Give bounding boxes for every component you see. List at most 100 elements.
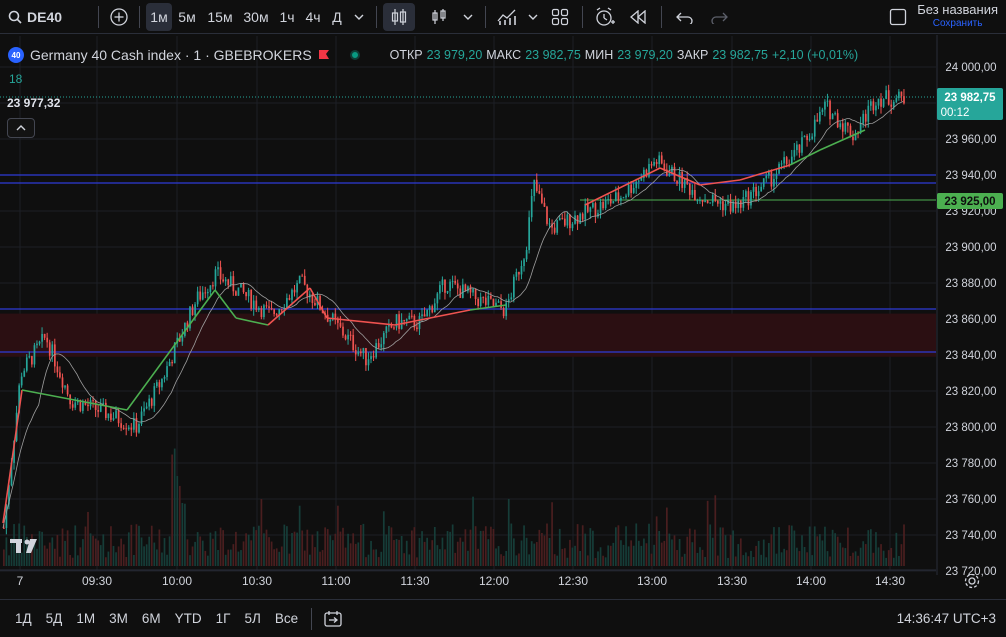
volume-bar (579, 550, 581, 566)
candle (553, 227, 556, 233)
range-1m[interactable]: 1М (69, 611, 102, 626)
time-tick-label: 13:00 (637, 574, 667, 588)
layout-name-block[interactable]: Без названия Сохранить (913, 1, 1006, 31)
range-5d[interactable]: 5Д (39, 611, 70, 626)
volume-bar (844, 548, 847, 566)
volume-bar (94, 538, 97, 566)
indicators-button[interactable] (492, 3, 522, 31)
volume-bar (247, 534, 250, 566)
symbol-search[interactable]: DE40 (0, 9, 92, 25)
price-chart[interactable]: 24 000,0023 980,0023 960,0023 940,0023 9… (0, 35, 1006, 598)
interval-15m[interactable]: 15м (202, 3, 238, 31)
volume-bar (589, 528, 592, 566)
candle (260, 308, 263, 317)
layout-checkbox[interactable] (883, 3, 913, 31)
interval-1h[interactable]: 1ч (274, 3, 300, 31)
volume-bar (660, 542, 663, 566)
low-label: МИН (584, 48, 614, 62)
interval-5m[interactable]: 5м (172, 3, 202, 31)
undo-button[interactable] (668, 3, 702, 31)
volume-bar (168, 536, 171, 566)
volume-bar (79, 547, 82, 566)
volume-bar (717, 555, 719, 566)
range-1d[interactable]: 1Д (8, 611, 39, 626)
candle (824, 101, 826, 110)
volume-bar (719, 527, 722, 566)
volume-bar (240, 550, 242, 566)
volume-bar (110, 526, 112, 566)
candle (816, 119, 819, 122)
chart-type-bars-button[interactable] (421, 3, 457, 31)
candle (204, 292, 207, 294)
volume-bar (56, 534, 59, 566)
candle (232, 276, 235, 292)
axis-settings-button[interactable] (963, 572, 983, 592)
candle (120, 423, 122, 428)
save-button[interactable]: Сохранить (933, 17, 983, 31)
redo-button[interactable] (702, 3, 736, 31)
volume-bar (122, 544, 125, 566)
volume-bar (826, 551, 829, 566)
market-status-dot[interactable] (349, 50, 360, 60)
collapse-legend-button[interactable] (7, 118, 35, 138)
volume-bar (678, 539, 681, 566)
candle (836, 113, 839, 128)
range-1y[interactable]: 1Г (209, 611, 238, 626)
volume-bar (288, 553, 291, 566)
clock-timezone[interactable]: 14:36:47 UTC+3 (897, 611, 1006, 626)
volume-bar (178, 485, 181, 566)
volume-bar (808, 526, 811, 566)
chart-type-candles-button[interactable] (383, 2, 415, 31)
range-all[interactable]: Все (268, 611, 305, 626)
candle (265, 305, 268, 307)
range-ytd[interactable]: YTD (168, 611, 209, 626)
volume-bar (803, 546, 806, 566)
legend-title[interactable]: Germany 40 Cash index · 1 · GBEBROKERS (30, 47, 312, 63)
indicators-dropdown[interactable] (522, 3, 544, 31)
volume-bar (413, 527, 416, 566)
volume-bar (319, 551, 321, 566)
volume-bar (3, 549, 5, 566)
volume-bar (385, 534, 388, 566)
candle (280, 309, 283, 311)
volume-bar (775, 553, 778, 566)
candle (635, 181, 638, 188)
interval-dropdown[interactable] (348, 3, 370, 31)
alert-button[interactable] (589, 3, 621, 31)
chart-type-dropdown[interactable] (457, 3, 479, 31)
candle (36, 343, 38, 346)
interval-1m[interactable]: 1м (146, 2, 172, 31)
candle (819, 111, 821, 122)
candle (112, 418, 115, 420)
volume-bar (895, 532, 898, 566)
candle (219, 267, 222, 280)
volume-bar (242, 541, 245, 566)
flag-icon[interactable] (318, 49, 330, 61)
volume-bar (43, 545, 46, 566)
volume-bar (431, 540, 434, 566)
goto-date-button[interactable] (318, 605, 348, 633)
candle (158, 382, 161, 388)
candle (892, 101, 895, 107)
alarm-clock-icon (596, 6, 615, 26)
volume-bar (130, 524, 133, 566)
range-5y[interactable]: 5Л (237, 611, 267, 626)
templates-button[interactable] (544, 3, 576, 31)
interval-4h[interactable]: 4ч (300, 3, 326, 31)
volume-bar (686, 536, 689, 566)
interval-30m[interactable]: 30м (238, 3, 274, 31)
replay-button[interactable] (621, 3, 655, 31)
compare-add-button[interactable] (105, 3, 133, 31)
candle (334, 313, 337, 319)
candle (365, 348, 367, 366)
tradingview-logo[interactable] (10, 536, 44, 559)
candle (877, 98, 880, 106)
range-3m[interactable]: 3М (102, 611, 135, 626)
price-tick-label: 23 820,00 (945, 386, 996, 398)
candle (41, 333, 43, 342)
layout-name: Без названия (917, 1, 998, 17)
candle (87, 404, 89, 407)
volume-bar (870, 529, 872, 566)
interval-day[interactable]: Д (326, 3, 348, 31)
range-6m[interactable]: 6М (135, 611, 168, 626)
